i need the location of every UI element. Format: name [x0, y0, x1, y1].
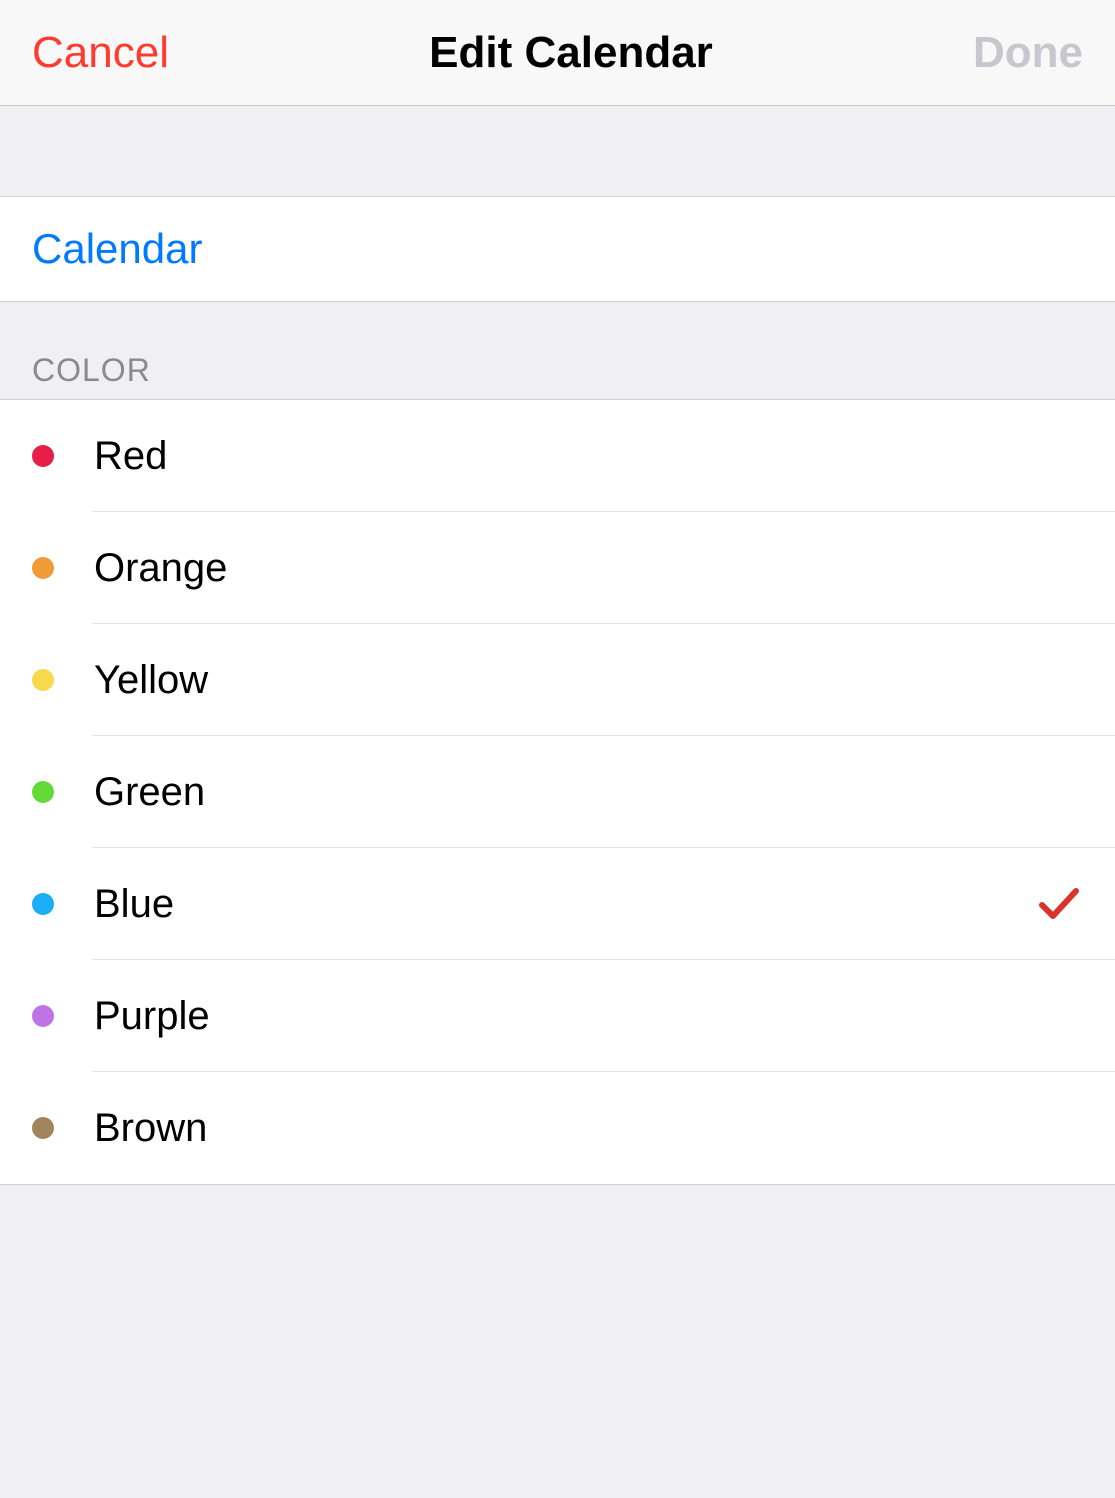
calendar-name-field[interactable]: Calendar — [32, 225, 202, 272]
color-swatch-icon — [32, 1117, 54, 1139]
color-option-label: Red — [94, 434, 167, 479]
nav-bar: Cancel Edit Calendar Done — [0, 0, 1115, 106]
color-swatch-icon — [32, 669, 54, 691]
color-swatch-icon — [32, 781, 54, 803]
color-option-yellow[interactable]: Yellow — [0, 624, 1115, 736]
checkmark-icon — [1039, 887, 1079, 921]
color-option-brown[interactable]: Brown — [0, 1072, 1115, 1184]
spacer — [0, 106, 1115, 196]
cancel-button[interactable]: Cancel — [32, 28, 169, 78]
color-section-header: COLOR — [0, 302, 1115, 399]
color-option-label: Yellow — [94, 658, 208, 703]
done-button[interactable]: Done — [973, 28, 1083, 78]
color-option-purple[interactable]: Purple — [0, 960, 1115, 1072]
color-option-label: Purple — [94, 994, 210, 1039]
color-option-orange[interactable]: Orange — [0, 512, 1115, 624]
color-swatch-icon — [32, 445, 54, 467]
color-swatch-icon — [32, 1005, 54, 1027]
color-option-label: Blue — [94, 882, 174, 927]
color-option-blue[interactable]: Blue — [0, 848, 1115, 960]
color-option-label: Orange — [94, 546, 227, 591]
color-option-red[interactable]: Red — [0, 400, 1115, 512]
calendar-name-row[interactable]: Calendar — [0, 196, 1115, 302]
color-option-label: Green — [94, 770, 205, 815]
page-title: Edit Calendar — [429, 28, 713, 78]
color-swatch-icon — [32, 557, 54, 579]
color-option-green[interactable]: Green — [0, 736, 1115, 848]
color-list: Red Orange Yellow Green Blue Purple Brown — [0, 399, 1115, 1185]
color-swatch-icon — [32, 893, 54, 915]
color-option-label: Brown — [94, 1106, 207, 1151]
